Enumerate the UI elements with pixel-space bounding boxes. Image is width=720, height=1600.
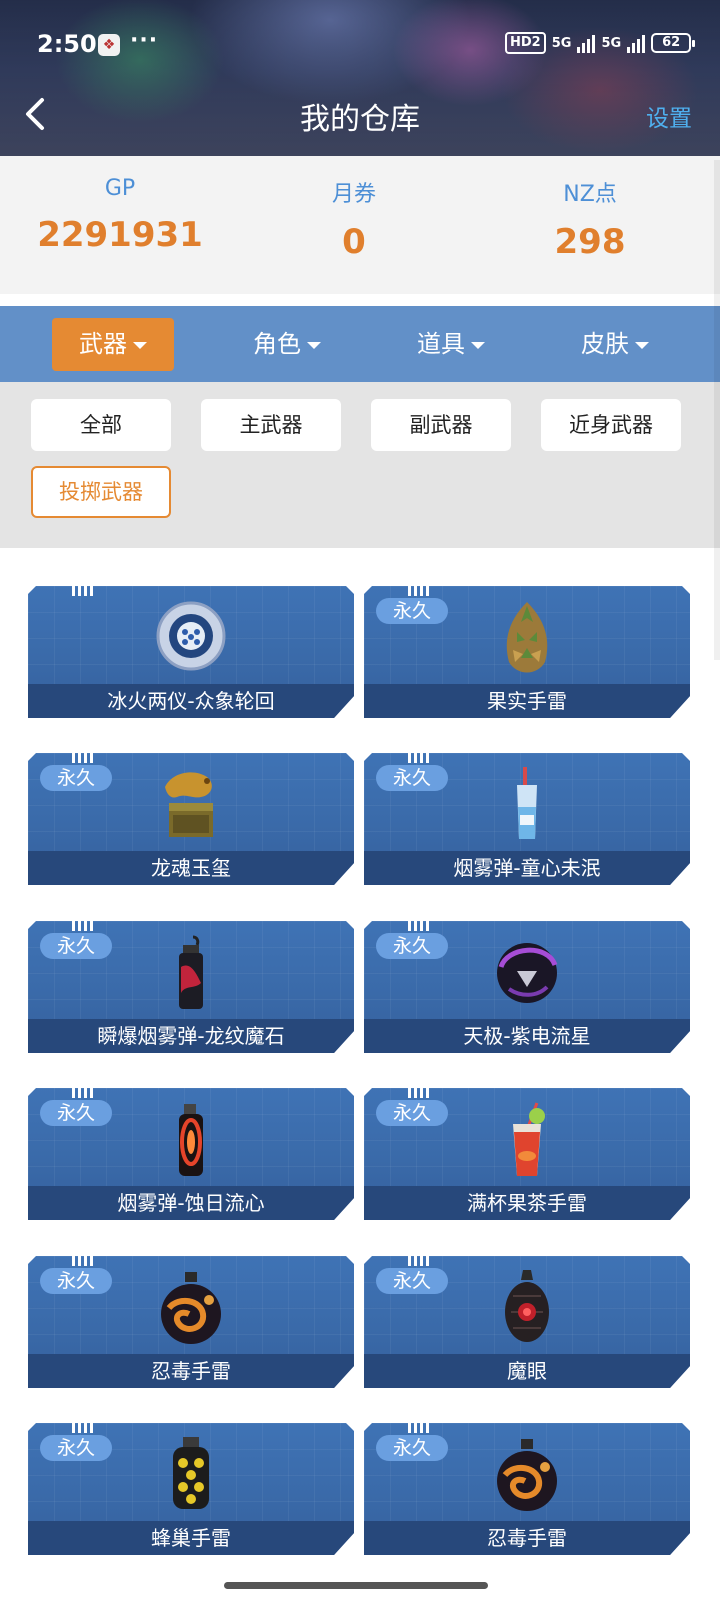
stat-label: GP: [104, 176, 136, 201]
filter-secondary[interactable]: 副武器: [371, 399, 511, 451]
home-indicator[interactable]: [224, 1582, 488, 1589]
filter-throwable[interactable]: 投掷武器: [31, 466, 171, 518]
item-name: 满杯果茶手雷: [364, 1186, 690, 1220]
tab-characters[interactable]: 角色: [226, 318, 348, 371]
permanent-badge: 永久: [376, 598, 448, 624]
permanent-badge: 永久: [376, 1100, 448, 1126]
item-name: 魔眼: [364, 1354, 690, 1388]
tab-label: 皮肤: [581, 330, 629, 358]
item-name: 蜂巢手雷: [28, 1521, 354, 1555]
category-tabs: 武器 角色 道具 皮肤: [0, 306, 720, 382]
item-card[interactable]: 永久 烟雾弹-蚀日流心: [28, 1088, 354, 1220]
settings-link[interactable]: 设置: [646, 99, 692, 133]
item-name: 天极-紫电流星: [364, 1019, 690, 1053]
fruit-tea-cup-icon: [513, 1102, 545, 1176]
item-card[interactable]: 永久 魔眼: [364, 1256, 690, 1388]
stat-value: 2291931: [37, 215, 203, 255]
status-bar: 2:50 ❖ ··· HD2 5G 5G 62: [0, 28, 720, 64]
item-card[interactable]: 永久 忍毒手雷: [364, 1423, 690, 1555]
item-card[interactable]: 永久 满杯果茶手雷: [364, 1088, 690, 1220]
smoke-canister-icon: [179, 935, 203, 1009]
item-card[interactable]: 永久 天极-紫电流星: [364, 921, 690, 1053]
caret-down-icon: [471, 341, 485, 349]
demon-eye-grenade-icon: [505, 1270, 549, 1342]
orb-grenade-icon: [156, 601, 226, 671]
stat-nz-points: NZ点 298: [470, 156, 710, 262]
permanent-badge: 永久: [40, 1100, 112, 1126]
tab-label: 道具: [417, 330, 465, 358]
stat-value: 0: [342, 222, 366, 262]
item-name: 瞬爆烟雾弹-龙纹魔石: [28, 1019, 354, 1053]
currency-stats: GP 2291931 月券 0 NZ点 298: [0, 156, 720, 294]
item-name: 烟雾弹-蚀日流心: [28, 1186, 354, 1220]
header-banner: 2:50 ❖ ··· HD2 5G 5G 62 我的仓库 设置: [0, 0, 720, 156]
item-card[interactable]: 永久 龙魂玉玺: [28, 753, 354, 885]
poison-grenade-icon: [497, 1439, 557, 1511]
item-name: 忍毒手雷: [364, 1521, 690, 1555]
permanent-badge: 永久: [376, 1268, 448, 1294]
hd-voice-icon: HD2: [505, 32, 546, 54]
battery-icon: 62: [651, 33, 696, 53]
tab-props[interactable]: 道具: [390, 318, 512, 371]
permanent-badge: 永久: [40, 1435, 112, 1461]
stat-label: NZ点: [563, 182, 617, 207]
signal-icon-2: [627, 33, 646, 53]
item-name: 冰火两仪-众象轮回: [28, 684, 354, 718]
poison-grenade-icon: [161, 1272, 221, 1344]
item-card[interactable]: 永久 烟雾弹-童心未泯: [364, 753, 690, 885]
permanent-badge: 永久: [376, 933, 448, 959]
item-grid: 冰火两仪-众象轮回 永久 果实手雷 永久 龙魂玉玺 永久 烟雾弹-童心未泯 永久…: [0, 548, 720, 1600]
stat-value: 298: [554, 222, 626, 262]
tab-weapons[interactable]: 武器: [52, 318, 174, 371]
filter-all[interactable]: 全部: [31, 399, 171, 451]
caret-down-icon: [635, 341, 649, 349]
more-notifications-icon: ···: [130, 28, 159, 53]
drink-bottle-icon: [517, 767, 537, 839]
scrollbar[interactable]: [714, 160, 720, 660]
stat-label: 月券: [331, 182, 376, 207]
filter-melee[interactable]: 近身武器: [541, 399, 681, 451]
honeycomb-grenade-icon: [173, 1437, 209, 1509]
stat-gp: GP 2291931: [0, 156, 240, 255]
page-title: 我的仓库: [300, 102, 420, 137]
item-name: 忍毒手雷: [28, 1354, 354, 1388]
permanent-badge: 永久: [40, 765, 112, 791]
network-5g-label: 5G: [551, 35, 572, 51]
item-card[interactable]: 永久 蜂巢手雷: [28, 1423, 354, 1555]
eclipse-canister-icon: [179, 1104, 203, 1176]
item-card[interactable]: 冰火两仪-众象轮回: [28, 586, 354, 718]
stat-monthly-voucher: 月券 0: [234, 156, 474, 262]
signal-icon: [577, 33, 596, 53]
fruit-grenade-icon: [506, 602, 548, 673]
weapon-filters: 全部 主武器 副武器 近身武器 投掷武器: [0, 382, 720, 548]
permanent-badge: 永久: [376, 765, 448, 791]
item-name: 龙魂玉玺: [28, 851, 354, 885]
item-card[interactable]: 永久 忍毒手雷: [28, 1256, 354, 1388]
status-time: 2:50: [37, 30, 97, 58]
purple-helmet-orb-icon: [497, 943, 558, 1003]
caret-down-icon: [307, 341, 321, 349]
item-name: 果实手雷: [364, 684, 690, 718]
tab-skins[interactable]: 皮肤: [554, 318, 676, 371]
caret-down-icon: [133, 341, 147, 349]
permanent-badge: 永久: [40, 933, 112, 959]
network-5g-label-2: 5G: [601, 35, 622, 51]
permanent-badge: 永久: [40, 1268, 112, 1294]
tab-label: 角色: [253, 330, 301, 358]
dragon-seal-icon: [165, 772, 213, 837]
tab-label: 武器: [79, 330, 127, 358]
filter-primary[interactable]: 主武器: [201, 399, 341, 451]
item-card[interactable]: 永久 瞬爆烟雾弹-龙纹魔石: [28, 921, 354, 1053]
permanent-badge: 永久: [376, 1435, 448, 1461]
item-card[interactable]: 永久 果实手雷: [364, 586, 690, 718]
item-name: 烟雾弹-童心未泯: [364, 851, 690, 885]
app-notification-icon: ❖: [98, 34, 120, 56]
